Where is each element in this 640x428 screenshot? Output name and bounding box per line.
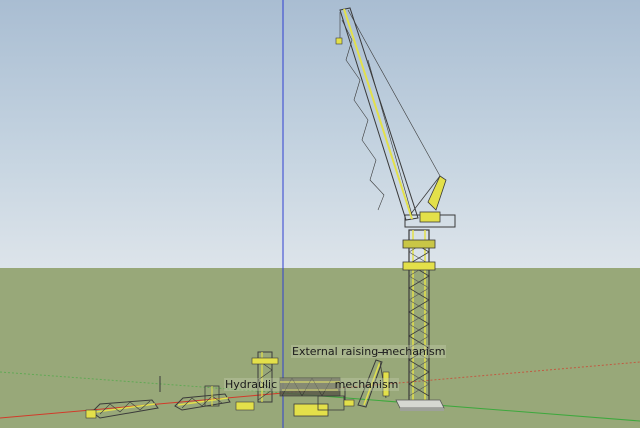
label-hydraulic[interactable]: Hydraulic mechanism [224,378,400,391]
crane-mast[interactable] [402,229,436,403]
crane-model-scene[interactable] [0,0,640,428]
crane-base[interactable] [395,399,445,411]
model-viewport[interactable]: External raising mechanism Hydraulic mec… [0,0,640,428]
leader-external-raising [378,352,388,353]
green-axis [282,392,640,422]
luffing-jib[interactable] [335,7,441,221]
label-hydraulic-text: Hydraulic [225,378,278,391]
label-mechanism-overlap: mechanism [334,378,399,391]
label-external-raising[interactable]: External raising mechanism [291,345,447,358]
